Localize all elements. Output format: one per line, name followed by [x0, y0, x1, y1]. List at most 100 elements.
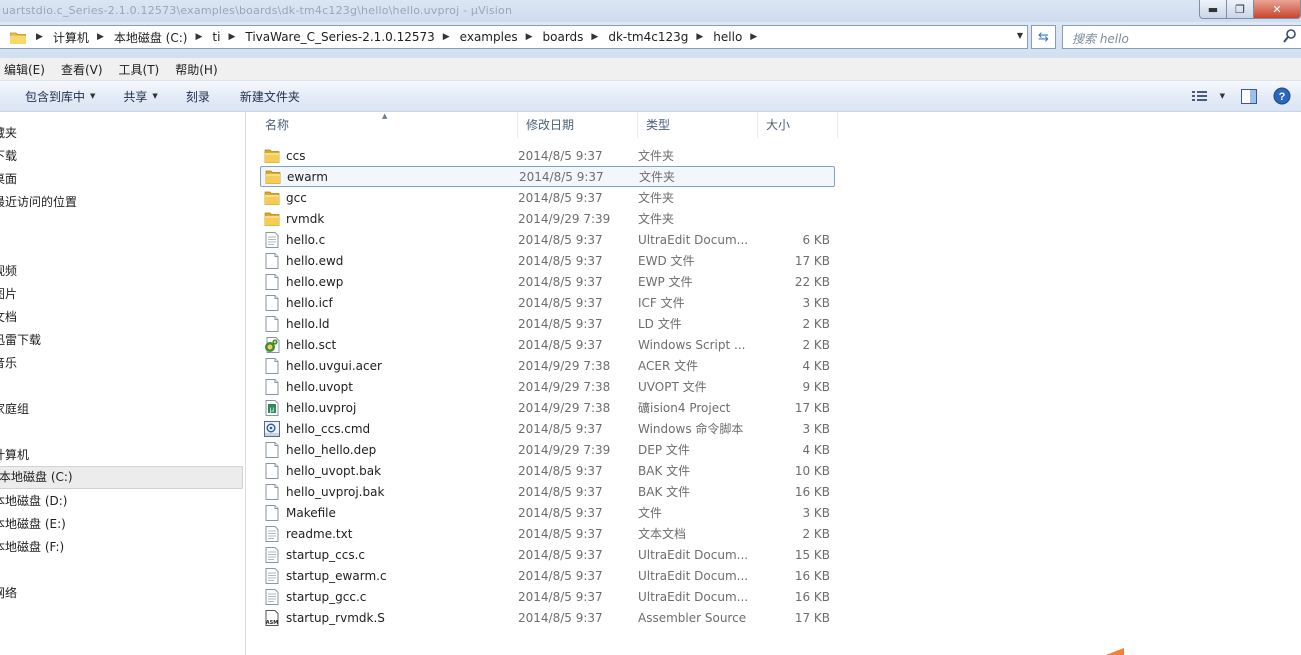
- svg-text:?: ?: [1279, 91, 1286, 103]
- sidebar-item[interactable]: 计算机: [0, 444, 29, 466]
- address-history-dropdown[interactable]: ▼: [1017, 31, 1023, 40]
- menu-help[interactable]: 帮助(H): [171, 61, 225, 78]
- file-row[interactable]: hello.c 2014/8/5 9:37 UltraEdit Docum... 6 …: [260, 229, 835, 250]
- text-file-icon: [264, 525, 280, 542]
- file-date: 2014/8/5 9:37: [518, 547, 603, 562]
- sidebar-item[interactable]: 下载: [0, 145, 17, 167]
- sidebar-item[interactable]: 本地磁盘 (D:): [0, 490, 67, 512]
- file-row[interactable]: ewarm 2014/8/5 9:37 文件夹: [260, 166, 835, 187]
- column-header: ▲ 名称 修改日期 类型 大小: [257, 112, 838, 138]
- file-date: 2014/8/5 9:37: [518, 484, 603, 499]
- share-button[interactable]: 共享 ▼: [113, 88, 167, 105]
- new-folder-button[interactable]: 新建文件夹: [230, 88, 310, 105]
- refresh-button[interactable]: ⇆: [1031, 25, 1056, 49]
- command-bar: 包含到库中 ▼ 共享 ▼ 刻录 新建文件夹 ▼ ?: [0, 81, 1301, 112]
- change-view-button[interactable]: ▼: [1191, 90, 1225, 102]
- breadcrumb-separator-icon[interactable]: ▶: [520, 32, 541, 42]
- file-date: 2014/8/5 9:37: [518, 232, 603, 247]
- breadcrumb-separator-icon[interactable]: ▶: [437, 32, 458, 42]
- sidebar-item[interactable]: 音乐: [0, 352, 17, 374]
- file-row[interactable]: hello.ld 2014/8/5 9:37 LD 文件 2 KB: [260, 313, 835, 334]
- file-row[interactable]: hello_ccs.cmd 2014/8/5 9:37 Windows 命令脚本 3 …: [260, 418, 835, 439]
- minimize-button[interactable]: ▬: [1199, 0, 1227, 19]
- sidebar-item-label: 本地磁盘 (F:): [0, 540, 65, 554]
- sidebar-item[interactable]: 藏夹: [0, 122, 17, 144]
- file-row[interactable]: hello_uvopt.bak 2014/8/5 9:37 BAK 文件 10 KB: [260, 460, 835, 481]
- breadcrumb-separator-icon[interactable]: ▶: [189, 32, 210, 42]
- file-row[interactable]: hello.icf 2014/8/5 9:37 ICF 文件 3 KB: [260, 292, 835, 313]
- preview-pane-button[interactable]: [1241, 88, 1257, 104]
- file-row[interactable]: readme.txt 2014/8/5 9:37 文本文档 2 KB: [260, 523, 835, 544]
- maximize-button[interactable]: ❐: [1226, 0, 1254, 19]
- file-row[interactable]: hello_uvproj.bak 2014/8/5 9:37 BAK 文件 16 KB: [260, 481, 835, 502]
- sidebar-item-label: 文档: [0, 310, 18, 324]
- burn-button[interactable]: 刻录: [176, 88, 220, 105]
- file-row[interactable]: ccs 2014/8/5 9:37 文件夹: [260, 145, 835, 166]
- sidebar-item[interactable]: 本地磁盘 (F:): [0, 536, 64, 558]
- file-type: EWP 文件: [638, 275, 693, 289]
- help-button[interactable]: ?: [1273, 87, 1291, 105]
- sidebar-item[interactable]: 网络: [0, 582, 17, 604]
- breadcrumb-item[interactable]: ti: [210, 26, 222, 48]
- breadcrumb-item[interactable]: boards: [541, 26, 586, 48]
- breadcrumb-separator-icon[interactable]: ▶: [690, 32, 711, 42]
- sidebar-item[interactable]: 文档: [0, 306, 17, 328]
- file-row[interactable]: ASM startup_rvmdk.S 2014/8/5 9:37 Assembler…: [260, 607, 835, 628]
- menu-tools[interactable]: 工具(T): [115, 61, 168, 78]
- sidebar-item[interactable]: 本地磁盘 (C:): [0, 466, 243, 489]
- file-row[interactable]: startup_ewarm.c 2014/8/5 9:37 UltraEdit Do…: [260, 565, 835, 586]
- file-row[interactable]: hello.sct 2014/8/5 9:37 Windows Script ...…: [260, 334, 835, 355]
- sidebar-item[interactable]: 家庭组: [0, 398, 29, 420]
- file-date: 2014/8/5 9:37: [518, 463, 603, 478]
- file-row[interactable]: hello_hello.dep 2014/9/29 7:39 DEP 文件 4 KB: [260, 439, 835, 460]
- breadcrumb-item[interactable]: hello: [711, 26, 744, 48]
- blank-file-icon: [264, 378, 280, 395]
- breadcrumb-item[interactable]: dk-tm4c123g: [606, 26, 690, 48]
- breadcrumb-separator-icon[interactable]: ▶: [222, 32, 243, 42]
- file-row[interactable]: hello.ewd 2014/8/5 9:37 EWD 文件 17 KB: [260, 250, 835, 271]
- sidebar-item[interactable]: 迅雷下载: [0, 329, 41, 351]
- breadcrumb-item[interactable]: 本地磁盘 (C:): [112, 26, 190, 48]
- file-row[interactable]: rvmdk 2014/9/29 7:39 文件夹: [260, 208, 835, 229]
- file-row[interactable]: μ hello.uvproj 2014/9/29 7:38 礦ision4 Proje…: [260, 397, 835, 418]
- sidebar-item[interactable]: 本地磁盘 (E:): [0, 513, 66, 535]
- breadcrumb-item[interactable]: 计算机: [51, 26, 91, 48]
- sidebar-item[interactable]: 视频: [0, 260, 17, 282]
- file-row[interactable]: hello.uvgui.acer 2014/9/29 7:38 ACER 文件 4 K…: [260, 355, 835, 376]
- file-date: 2014/8/5 9:37: [518, 274, 603, 289]
- breadcrumb-separator-icon[interactable]: ▶: [91, 32, 112, 42]
- search-input[interactable]: 搜索 hello: [1062, 25, 1301, 49]
- file-row[interactable]: startup_ccs.c 2014/8/5 9:37 UltraEdit Docu…: [260, 544, 835, 565]
- column-name[interactable]: ▲ 名称: [257, 112, 518, 138]
- breadcrumb-separator-icon[interactable]: ▶: [30, 32, 51, 42]
- sidebar-item[interactable]: 最近访问的位置: [0, 191, 77, 213]
- include-in-library-label: 包含到库中: [25, 89, 86, 104]
- breadcrumb-separator-icon[interactable]: ▶: [744, 32, 765, 42]
- file-row[interactable]: Makefile 2014/8/5 9:37 文件 3 KB: [260, 502, 835, 523]
- include-in-library-button[interactable]: 包含到库中 ▼: [15, 88, 105, 105]
- column-type[interactable]: 类型: [638, 112, 758, 138]
- sidebar-item[interactable]: 桌面: [0, 168, 17, 190]
- text-file-icon: [264, 588, 280, 605]
- address-bar[interactable]: ▶ 计算机 ▶ 本地磁盘 (C:) ▶ ti ▶ TivaWare_C_Series-2.1.…: [0, 25, 1028, 49]
- file-type: Windows 命令脚本: [638, 422, 744, 436]
- menu-view[interactable]: 查看(V): [57, 61, 111, 78]
- chevron-down-icon[interactable]: ▼: [1220, 92, 1225, 100]
- column-size[interactable]: 大小: [758, 112, 838, 138]
- sidebar-item[interactable]: 图片: [0, 283, 17, 305]
- file-row[interactable]: gcc 2014/8/5 9:37 文件夹: [260, 187, 835, 208]
- breadcrumb-separator-icon[interactable]: ▶: [585, 32, 606, 42]
- column-date[interactable]: 修改日期: [518, 112, 638, 138]
- file-name: hello_hello.dep: [286, 442, 377, 457]
- breadcrumb-item[interactable]: examples: [458, 26, 520, 48]
- file-size: 2 KB: [802, 337, 830, 352]
- file-row[interactable]: hello.uvopt 2014/9/29 7:38 UVOPT 文件 9 KB: [260, 376, 835, 397]
- file-type: 文本文档: [638, 527, 687, 541]
- close-button[interactable]: ✕: [1253, 0, 1301, 19]
- file-row[interactable]: startup_gcc.c 2014/8/5 9:37 UltraEdit Docu…: [260, 586, 835, 607]
- menu-edit[interactable]: 编辑(E): [0, 61, 53, 78]
- file-row[interactable]: hello.ewp 2014/8/5 9:37 EWP 文件 22 KB: [260, 271, 835, 292]
- breadcrumb-item[interactable]: TivaWare_C_Series-2.1.0.12573: [243, 26, 436, 48]
- file-type: UltraEdit Docum...: [638, 232, 749, 247]
- file-type: UltraEdit Docum...: [638, 568, 749, 583]
